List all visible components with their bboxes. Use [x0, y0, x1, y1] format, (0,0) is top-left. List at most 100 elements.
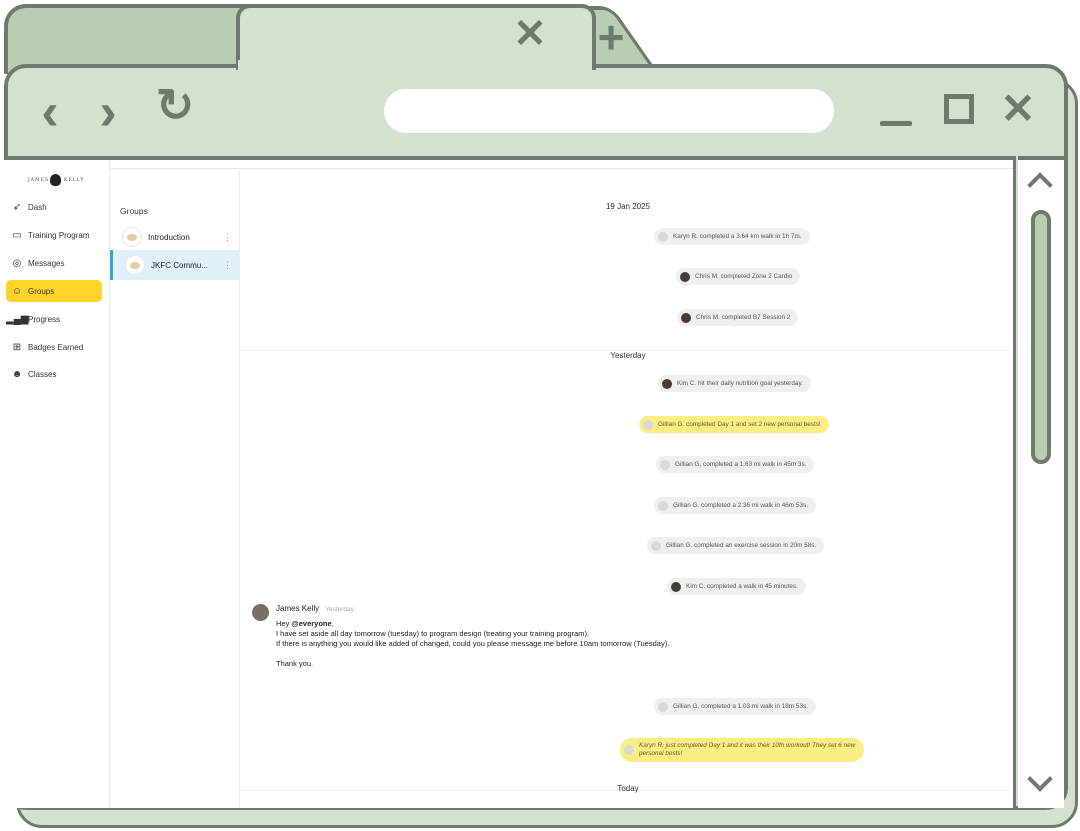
activity-item: Gillian G. completed an exercise session… [647, 537, 825, 554]
sidebar-item-label: Groups [28, 286, 55, 296]
avatar [643, 419, 653, 430]
avatar [660, 459, 670, 470]
logo: JAMES KELLY [28, 170, 84, 190]
activity-item: Kim C. hit their daily nutrition goal ye… [658, 375, 811, 392]
activity-text: Gillian G. completed Day 1 and set 2 new… [658, 421, 821, 428]
group-name: Introduction [148, 232, 190, 242]
avatar [671, 581, 681, 592]
avatar [658, 231, 668, 242]
avatar [651, 540, 661, 551]
chat-icon: ◎ [12, 257, 22, 269]
page-viewport: JAMES KELLY ➶ Dash ▭ Training Program ◎ … [4, 156, 1016, 808]
avatar [624, 745, 634, 755]
sidebar-item-groups[interactable]: ☺ Groups [6, 280, 102, 302]
avatar [662, 378, 672, 389]
message-line: If there is anything you would like adde… [276, 639, 670, 648]
sidebar-item-progress[interactable]: ▂▄▆ Progress [6, 308, 102, 330]
scroll-up-button[interactable] [1023, 166, 1059, 198]
message-greeting: Hey @everyone, [276, 619, 956, 629]
avatar [252, 604, 269, 621]
message-body: James Kelly Yesterday Hey @everyone, I h… [276, 604, 956, 669]
activity-text: Karyn R. just completed Day 1 and it was… [639, 741, 856, 757]
avatar [658, 500, 668, 511]
reload-icon[interactable]: ↻ [150, 82, 200, 136]
activity-text: Karyn R. completed a 3.64 km walk in 1h … [673, 233, 802, 240]
activity-text: Chris M. completed B7 Session 2 [696, 314, 791, 321]
sidebar-item-label: Classes [28, 369, 57, 379]
activity-text: Gillian G. completed a 2.36 mi walk in 4… [673, 502, 808, 509]
active-tab-join [238, 60, 592, 72]
group-item-introduction[interactable]: Introduction ⋮ [110, 222, 240, 252]
activity-item-highlight: Karyn R. just completed Day 1 and it was… [620, 738, 864, 762]
sidebar-item-badges-earned[interactable]: ⊞ Badges Earned [6, 336, 102, 358]
maximize-icon[interactable] [944, 94, 974, 124]
grid-icon: ⊞ [12, 341, 22, 353]
sidebar-item-label: Training Program [28, 230, 90, 240]
activity-text: Gillian G. completed an exercise session… [666, 542, 817, 549]
activity-item: Gillian G. completed a 1.63 mi walk in 4… [656, 456, 815, 473]
greeting-punct: , [331, 619, 334, 628]
group-avatar [125, 255, 145, 275]
window-close-icon[interactable]: ✕ [996, 88, 1040, 132]
date-separator: 19 Jan 2025 [605, 202, 651, 211]
mention[interactable]: @everyone [291, 619, 331, 628]
message-time: Yesterday [325, 606, 354, 613]
group-feed: 19 Jan 2025 Karyn R. completed a 3.64 km… [240, 168, 1013, 808]
greeting-text: Hey [276, 619, 292, 628]
chevron-up-icon [1027, 172, 1053, 198]
scroll-down-button[interactable] [1023, 766, 1059, 800]
kettlebell-icon [50, 174, 61, 186]
sidebar-item-messages[interactable]: ◎ Messages [6, 252, 102, 274]
activity-item: Chris M. completed B7 Session 2 [677, 309, 799, 326]
group-item-jkfc-community[interactable]: JKFC Commu... ⋮ [110, 250, 240, 280]
minimize-icon[interactable] [876, 90, 916, 130]
more-vertical-icon[interactable]: ⋮ [223, 232, 232, 243]
bar-chart-icon: ▂▄▆ [6, 313, 29, 325]
avatar [681, 312, 691, 323]
plus-icon[interactable]: + [588, 14, 634, 60]
activity-text: Kim C. hit their daily nutrition goal ye… [677, 380, 803, 387]
sidebar-item-training-program[interactable]: ▭ Training Program [6, 224, 102, 246]
group-name: JKFC Commu... [151, 260, 208, 270]
activity-item: Gillian G. completed a 2.36 mi walk in 4… [654, 497, 816, 514]
arrow-right-icon[interactable]: › [88, 86, 128, 138]
sidebar: JAMES KELLY ➶ Dash ▭ Training Program ◎ … [4, 160, 110, 808]
message-line: Thank you. [276, 659, 314, 668]
message-line: I have set aside all day tomorrow (tuesd… [276, 629, 590, 638]
activity-item: Chris M. completed Zone 2 Cardio [676, 268, 801, 285]
sidebar-item-label: Progress [28, 314, 61, 324]
sidebar-item-classes[interactable]: ☻ Classes [6, 363, 102, 385]
activity-item: Kim C. completed a walk in 45 minutes. [667, 578, 806, 595]
message-author: James Kelly [276, 604, 320, 613]
activity-item: Karyn R. completed a 3.64 km walk in 1h … [654, 228, 810, 245]
address-bar[interactable] [384, 89, 834, 133]
groups-title: Groups [120, 206, 148, 216]
more-vertical-icon[interactable]: ⋮ [223, 260, 232, 271]
chevron-down-icon [1027, 766, 1053, 792]
scrollbar-thumb[interactable] [1031, 210, 1051, 464]
people-icon: ☻ [11, 368, 23, 380]
activity-item-highlight: Gillian G. completed Day 1 and set 2 new… [639, 416, 829, 433]
sidebar-item-label: Badges Earned [28, 342, 84, 352]
close-icon[interactable]: ✕ [508, 14, 552, 58]
activity-text: Kim C. completed a walk in 45 minutes. [686, 583, 798, 590]
folder-icon: ▭ [12, 229, 22, 241]
activity-text: Gillian G. completed a 1.03 mi walk in 1… [673, 703, 808, 710]
arrow-left-icon[interactable]: ‹ [30, 86, 70, 138]
sidebar-item-label: Messages [28, 258, 65, 268]
date-separator: Today [617, 784, 639, 793]
activity-item: Gillian G. completed a 1.03 mi walk in 1… [654, 698, 816, 715]
activity-text: Gillian G. completed a 1.63 mi walk in 4… [675, 461, 807, 468]
groups-panel: Groups Introduction ⋮ JKFC Commu... ⋮ [110, 168, 240, 808]
rocket-icon: ➶ [12, 201, 22, 213]
sidebar-item-dash[interactable]: ➶ Dash [6, 196, 102, 218]
avatar [658, 701, 668, 712]
sidebar-item-label: Dash [28, 202, 47, 212]
logo-text-right: KELLY [64, 178, 85, 183]
avatar [680, 271, 690, 282]
date-separator: Yesterday [610, 351, 646, 360]
group-avatar [122, 227, 142, 247]
users-icon: ☺ [11, 285, 23, 297]
activity-text: Chris M. completed Zone 2 Cardio [695, 273, 793, 280]
logo-text-left: JAMES [28, 178, 50, 183]
